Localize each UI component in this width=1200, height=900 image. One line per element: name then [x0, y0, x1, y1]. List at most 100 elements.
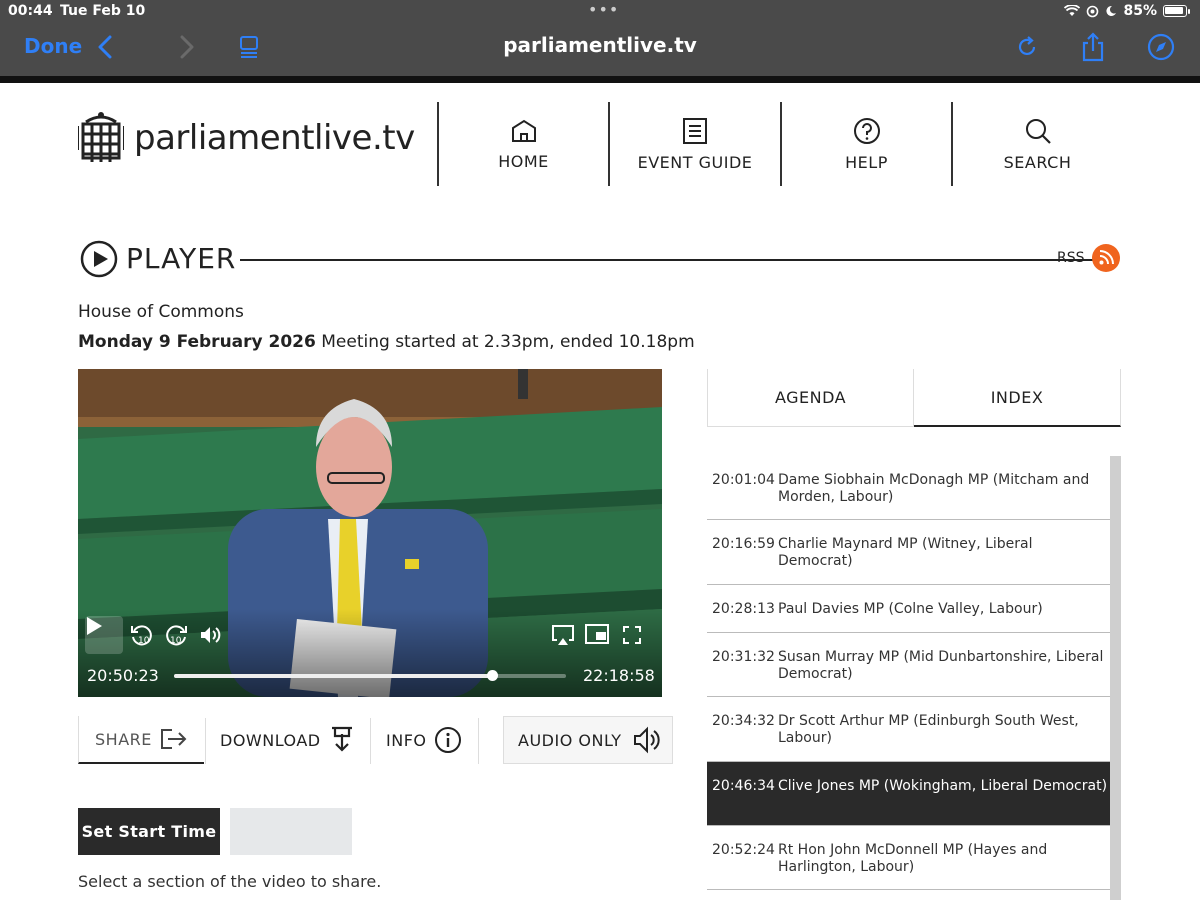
status-time: 00:44 — [8, 3, 53, 19]
side-tabs: AGENDA INDEX — [707, 369, 1121, 427]
volume-button[interactable] — [198, 623, 222, 647]
action-divider — [478, 718, 479, 764]
compass-icon[interactable] — [1146, 32, 1176, 62]
search-icon — [1025, 118, 1051, 144]
video-player[interactable]: 10 10 20:50:23 22:18:58 — [78, 369, 662, 697]
nav-help-label: HELP — [845, 152, 888, 172]
play-circle-icon — [80, 240, 118, 278]
logo-text: parliamentlive.tv — [134, 118, 415, 158]
index-item[interactable]: 20:34:32 Dr Scott Arthur MP (Edinburgh So… — [707, 697, 1111, 762]
index-item-time: 20:16:59 — [712, 536, 775, 552]
index-item-time: 20:28:13 — [712, 601, 775, 617]
info-label: INFO — [386, 730, 427, 750]
share-icon — [160, 729, 187, 749]
rss-icon[interactable] — [1092, 244, 1120, 272]
forward-10-button[interactable]: 10 — [164, 623, 188, 647]
index-item-time: 20:52:24 — [712, 842, 775, 858]
airplay-button[interactable] — [550, 623, 576, 647]
player-heading: PLAYER RSS — [80, 240, 1120, 280]
wifi-icon — [1064, 5, 1081, 16]
index-item[interactable]: 20:16:59 Charlie Maynard MP (Witney, Libe… — [707, 520, 1111, 585]
nav-search[interactable]: SEARCH — [951, 102, 1122, 186]
help-icon — [853, 117, 880, 144]
index-item-speaker: Dr Scott Arthur MP (Edinburgh South West… — [778, 713, 1079, 746]
home-icon — [511, 119, 536, 142]
speaker-icon — [633, 726, 660, 754]
event-guide-icon — [683, 117, 707, 144]
audio-only-button[interactable]: AUDIO ONLY — [503, 716, 673, 764]
multitasking-dots[interactable]: ••• — [588, 0, 619, 19]
progress-bar[interactable] — [174, 670, 566, 681]
battery-percent: 85% — [1123, 3, 1157, 19]
play-button[interactable] — [85, 616, 123, 654]
volume-icon — [201, 627, 221, 643]
play-icon — [87, 617, 102, 635]
meeting-date: Monday 9 February 2026 — [78, 332, 316, 352]
index-item-time: 20:34:32 — [712, 713, 775, 729]
index-scrollbar[interactable] — [1110, 456, 1121, 900]
index-item[interactable]: 20:52:24 Rt Hon John McDonnell MP (Hayes … — [707, 826, 1111, 890]
fullscreen-icon — [623, 626, 641, 644]
tab-agenda[interactable]: AGENDA — [707, 369, 914, 427]
share-sheet-icon[interactable] — [1078, 32, 1108, 62]
end-time: 22:18:58 — [583, 666, 655, 685]
index-item[interactable]: 20:46:34 Clive Jones MP (Wokingham, Liber… — [707, 762, 1111, 826]
index-item[interactable]: 20:31:32 Susan Murray MP (Mid Dunbartonsh… — [707, 633, 1111, 697]
reload-icon[interactable] — [1012, 32, 1042, 62]
forward-10-icon: 10 — [166, 625, 187, 646]
nav-home[interactable]: HOME — [437, 102, 608, 186]
rss-label[interactable]: RSS — [1057, 250, 1085, 266]
index-item-speaker: Dame Siobhain McDonagh MP (Mitcham and M… — [778, 472, 1090, 505]
index-item[interactable]: 20:28:13 Paul Davies MP (Colne Valley, La… — [707, 585, 1111, 633]
info-button[interactable]: INFO — [386, 716, 462, 764]
picture-in-picture-button[interactable] — [584, 623, 610, 647]
picture-in-picture-icon — [585, 624, 609, 644]
action-divider — [370, 718, 371, 764]
status-bar: 00:44 Tue Feb 10 ••• 85% — [0, 0, 1200, 22]
download-button[interactable]: DOWNLOAD — [220, 716, 354, 764]
index-list[interactable]: 20:01:04 Dame Siobhain McDonagh MP (Mitch… — [707, 456, 1111, 900]
nav-home-label: HOME — [498, 151, 549, 171]
index-item-time: 20:01:04 — [712, 472, 775, 488]
index-item-time: 20:46:34 — [712, 778, 775, 794]
status-date: Tue Feb 10 — [60, 3, 146, 19]
toolbar-divider — [0, 76, 1200, 83]
rewind-10-icon: 10 — [131, 625, 152, 646]
share-button[interactable]: SHARE — [78, 716, 204, 764]
index-item[interactable]: 20:01:04 Dame Siobhain McDonagh MP (Mitch… — [707, 456, 1111, 520]
index-item-speaker: Charlie Maynard MP (Witney, Liberal Demo… — [778, 536, 1033, 569]
location-lock-icon — [1087, 5, 1099, 17]
nav-event-guide[interactable]: EVENT GUIDE — [608, 102, 780, 186]
info-icon — [435, 727, 462, 753]
progress-fill — [174, 674, 492, 678]
meeting-info: Monday 9 February 2026 Meeting started a… — [78, 332, 695, 352]
meeting-times: Meeting started at 2.33pm, ended 10.18pm — [321, 332, 695, 352]
nav-help[interactable]: HELP — [780, 102, 951, 186]
site-logo[interactable]: parliamentlive.tv — [78, 110, 415, 166]
fullscreen-button[interactable] — [622, 625, 644, 647]
svg-text:10: 10 — [170, 636, 182, 646]
house-name: House of Commons — [78, 302, 244, 322]
index-item-speaker: Clive Jones MP (Wokingham, Liberal Democ… — [778, 778, 1108, 794]
status-right: 85% — [1064, 3, 1190, 19]
index-item-speaker: Paul Davies MP (Colne Valley, Labour) — [778, 601, 1043, 617]
share-label: SHARE — [95, 729, 152, 749]
share-hint: Select a section of the video to share. — [78, 872, 382, 891]
portcullis-icon — [78, 112, 124, 162]
index-item-speaker: Rt Hon John McDonnell MP (Hayes and Harl… — [778, 842, 1048, 875]
tab-index[interactable]: INDEX — [914, 369, 1121, 427]
svg-text:10: 10 — [138, 636, 150, 646]
progress-handle[interactable] — [486, 670, 498, 681]
download-label: DOWNLOAD — [220, 730, 321, 750]
nav-event-guide-label: EVENT GUIDE — [637, 152, 753, 172]
airplay-icon — [552, 625, 574, 645]
index-item-time: 20:31:32 — [712, 649, 775, 665]
set-start-time-button[interactable]: Set Start Time — [78, 808, 220, 855]
start-time-field[interactable] — [230, 808, 352, 855]
current-time: 20:50:23 — [87, 666, 159, 685]
battery-icon — [1163, 5, 1187, 17]
rewind-10-button[interactable]: 10 — [130, 623, 154, 647]
browser-toolbar: Done parliamentlive.tv — [0, 22, 1200, 76]
heading-rule — [240, 259, 1096, 261]
battery-tip — [1188, 8, 1190, 14]
